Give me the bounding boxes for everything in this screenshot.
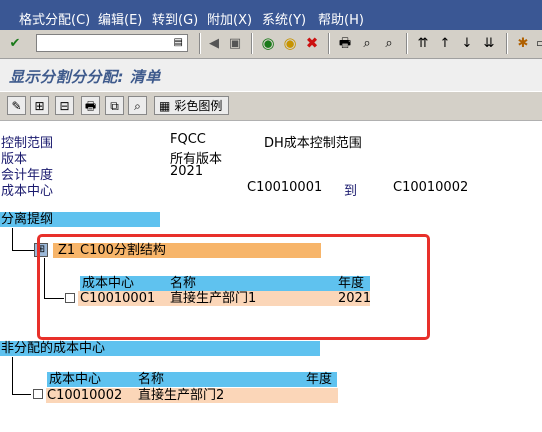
- first-page-icon[interactable]: ⇈: [414, 34, 432, 52]
- find-icon[interactable]: ⌕: [358, 34, 376, 52]
- enter-check-icon[interactable]: ✔: [6, 34, 24, 52]
- toolbar-separator: [328, 33, 330, 54]
- highlight-frame: [37, 234, 430, 340]
- expand-icon[interactable]: ⊟: [55, 96, 74, 115]
- toolbar-separator: [506, 33, 508, 54]
- page-title: 显示分割分分配: 清单: [9, 68, 161, 86]
- toolbar-separator: [199, 33, 201, 54]
- back-arrow-icon[interactable]: ◀: [205, 34, 223, 52]
- export-icon[interactable]: ⧉: [105, 96, 124, 115]
- menu-help[interactable]: 帮助(H): [318, 9, 364, 28]
- unassigned-col-cost-center: 成本中心: [49, 372, 102, 387]
- toolbar-separator: [406, 33, 408, 54]
- command-field[interactable]: ▤: [36, 34, 188, 52]
- find-next-icon[interactable]: ⌕: [380, 34, 398, 52]
- exit-icon[interactable]: ◉: [281, 34, 299, 52]
- back-icon[interactable]: ◉: [259, 34, 277, 52]
- row-checkbox[interactable]: [33, 389, 43, 399]
- application-toolbar: ✎ ⊞ ⊟ 🖶 ⧉ ⌕ ▦ 彩色图例: [0, 92, 542, 121]
- tree-line: [12, 394, 31, 395]
- cost-center-from: C10010001: [247, 180, 323, 195]
- unassigned-col-name: 名称: [138, 372, 165, 387]
- previous-page-icon[interactable]: ↑: [436, 34, 454, 52]
- last-page-icon[interactable]: ⇊: [480, 34, 498, 52]
- detail-icon[interactable]: ⊞: [30, 96, 49, 115]
- tree-line: [12, 357, 13, 395]
- unassigned-section-title: 非分配的成本中心: [1, 341, 106, 356]
- save-icon[interactable]: ▣: [226, 34, 244, 52]
- cost-center-to: C10010002: [393, 180, 469, 195]
- tree-line: [12, 250, 34, 251]
- menu-system[interactable]: 系统(Y): [262, 9, 306, 28]
- menu-bar: 格式分配(C) 编辑(E) 转到(G) 附加(X) 系统(Y) 帮助(H): [0, 0, 542, 30]
- color-legend-icon: ▦: [159, 98, 171, 113]
- search-icon[interactable]: ⌕: [128, 96, 147, 115]
- display-change-icon[interactable]: ✎: [7, 96, 26, 115]
- shortcut-icon[interactable]: ▭: [533, 34, 542, 52]
- command-history-icon[interactable]: ▤: [174, 37, 183, 48]
- title-area: 显示分割分分配: 清单: [0, 59, 542, 91]
- toolbar-separator: [251, 33, 253, 54]
- color-legend-label: 彩色图例: [174, 99, 223, 113]
- color-legend-button[interactable]: ▦ 彩色图例: [154, 96, 230, 115]
- cancel-icon[interactable]: ✖: [303, 34, 321, 52]
- print-icon[interactable]: 🖶: [336, 34, 354, 52]
- menu-edit[interactable]: 编辑(E): [98, 9, 142, 28]
- row-name: 直接生产部门2: [138, 388, 225, 403]
- controlling-area-name: DH成本控制范围: [264, 136, 362, 151]
- menu-extras[interactable]: 附加(X): [207, 9, 252, 28]
- tree-line: [12, 228, 13, 251]
- cost-center-to-label: 到: [344, 184, 358, 199]
- fiscal-year-value: 2021: [170, 164, 204, 179]
- menu-format[interactable]: 格式分配(C): [19, 9, 90, 28]
- print-list-icon[interactable]: 🖶: [81, 96, 100, 115]
- unassigned-col-year: 年度: [306, 372, 333, 387]
- next-page-icon[interactable]: ↓: [458, 34, 476, 52]
- new-session-icon[interactable]: ✱: [514, 34, 532, 52]
- split-section-title: 分离提纲: [1, 212, 54, 227]
- menu-goto[interactable]: 转到(G): [152, 9, 198, 28]
- row-cost-center: C10010002: [47, 388, 123, 403]
- controlling-area-code: FQCC: [170, 132, 206, 147]
- command-toolbar: ✔ ▤ ◀ ▣ ◉ ◉ ✖ 🖶 ⌕ ⌕ ⇈ ↑ ↓ ⇊ ✱ ▭: [0, 30, 542, 59]
- cost-center-label: 成本中心: [1, 184, 54, 199]
